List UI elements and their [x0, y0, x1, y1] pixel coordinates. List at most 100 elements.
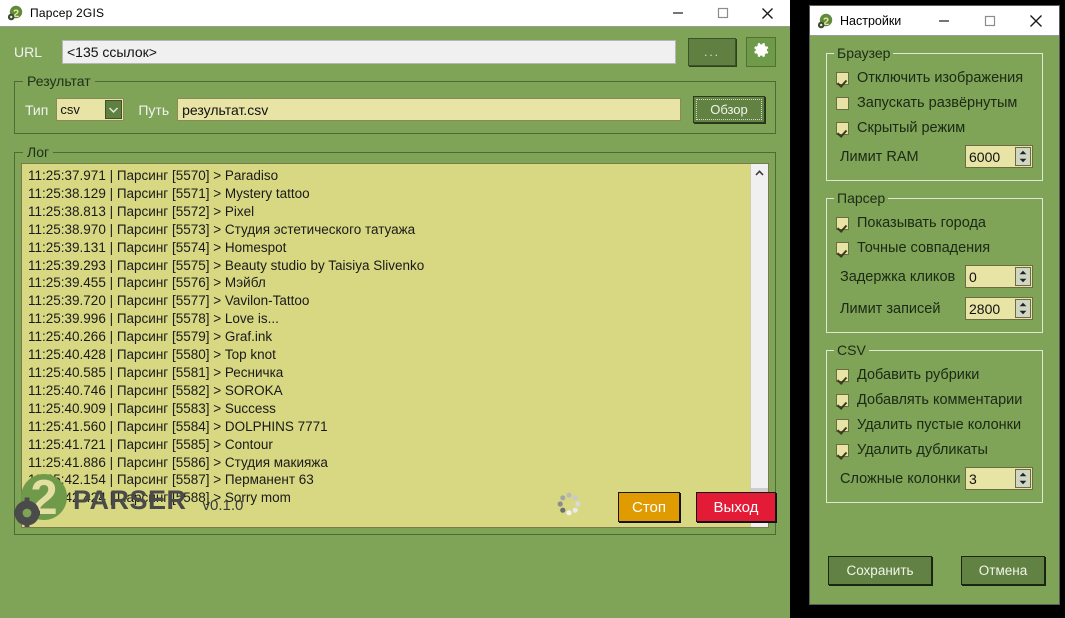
- settings-window-controls: [921, 6, 1059, 36]
- minimize-icon[interactable]: [655, 0, 700, 27]
- parser-spinner-label: Задержка кликов: [840, 268, 956, 285]
- maximize-icon[interactable]: [967, 6, 1013, 36]
- main-body: URL ... Результат Тип: [0, 37, 790, 535]
- spinner-up-icon: [1019, 270, 1027, 274]
- maximize-icon[interactable]: [700, 0, 745, 27]
- settings-button[interactable]: [746, 37, 776, 67]
- log-line: 11:25:40.746 | Парсинг [5582] > SOROKA: [28, 382, 283, 398]
- log-line: 11:25:37.971 | Парсинг [5570] > Paradiso: [28, 168, 279, 183]
- settings-window: 2 Настройки Браузер Отключить изображени…: [810, 6, 1059, 604]
- log-line: 11:25:39.996 | Парсинг [5578] > Love is.…: [28, 311, 279, 327]
- spinner-up-icon: [1019, 302, 1027, 306]
- parser-spinner-row: Задержка кликов 0: [836, 265, 1033, 288]
- result-group-title: Результат: [23, 73, 95, 89]
- checkbox-checked-icon[interactable]: [836, 393, 849, 407]
- logo-wordmark: PARSER: [73, 484, 187, 515]
- browser-spinner[interactable]: 6000: [965, 145, 1033, 168]
- parser-checkbox-label: Показывать города: [857, 215, 986, 231]
- path-input[interactable]: [177, 98, 681, 121]
- app-2parser-icon: 2: [7, 5, 23, 21]
- main-window: 2 Парсер 2GIS URL <135 ссылок> ... Резул…: [0, 0, 790, 618]
- minimize-icon[interactable]: [921, 6, 967, 36]
- checkbox-checked-icon[interactable]: [836, 241, 849, 255]
- log-group-title: Лог: [23, 144, 54, 160]
- parser-group-title: Парсер: [834, 190, 889, 206]
- csv-checkbox-row[interactable]: Добавить рубрики: [836, 367, 1033, 383]
- main-window-title: Парсер 2GIS: [30, 6, 105, 20]
- browser-checkbox-row[interactable]: Запускать развёрнутым: [836, 95, 1033, 111]
- csv-checkbox-label: Удалить пустые колонки: [857, 417, 1022, 433]
- log-line: 11:25:40.428 | Парсинг [5580] > Top knot: [28, 347, 276, 363]
- csv-checkbox-row[interactable]: Удалить пустые колонки: [836, 417, 1033, 433]
- spinner-up-icon: [1019, 472, 1027, 476]
- url-row: URL ...: [14, 37, 776, 67]
- checkbox-checked-icon[interactable]: [836, 71, 849, 85]
- csv-spinner-list: Сложные колонки 3: [836, 467, 1033, 490]
- csv-checkbox-label: Удалить дубликаты: [857, 442, 988, 458]
- cancel-button[interactable]: Отмена: [961, 556, 1045, 585]
- parser-checkbox-list: Показывать города Точные совпадения: [836, 215, 1033, 256]
- close-icon[interactable]: [1013, 6, 1059, 36]
- spinner-down-icon: [1019, 159, 1027, 163]
- logo-2parser-icon: 2: [13, 471, 72, 529]
- browser-checkbox-row[interactable]: Скрытый режим: [836, 120, 1033, 136]
- browser-checkbox-label: Отключить изображения: [857, 70, 1024, 86]
- log-line: 11:25:39.131 | Парсинг [5574] > Homespot: [28, 239, 287, 255]
- exit-button[interactable]: Выход: [696, 492, 776, 522]
- csv-spinner-row: Сложные колонки 3: [836, 467, 1033, 490]
- parser-spinner[interactable]: 0: [965, 265, 1033, 288]
- log-line: 11:25:40.585 | Парсинг [5581] > Ресничка: [28, 364, 284, 380]
- chevron-down-icon[interactable]: [105, 100, 123, 119]
- parser-checkbox-row[interactable]: Показывать города: [836, 215, 1033, 231]
- browser-group-title: Браузер: [834, 45, 894, 61]
- scroll-up-icon[interactable]: [751, 164, 768, 181]
- csv-group-title: CSV: [834, 342, 869, 358]
- url-input[interactable]: [62, 40, 676, 64]
- settings-titlebar[interactable]: 2 Настройки: [810, 6, 1059, 36]
- result-row: Тип csv Путь Обзор: [25, 96, 765, 123]
- browser-checkbox-row[interactable]: Отключить изображения: [836, 70, 1033, 86]
- csv-checkbox-label: Добавить рубрики: [857, 367, 980, 383]
- log-line: 11:25:40.266 | Парсинг [5579] > Graf.ink: [28, 329, 273, 345]
- csv-checkbox-label: Добавлять комментарии: [857, 392, 1023, 408]
- browser-spinner-list: Лимит RAM 6000: [836, 145, 1033, 168]
- browse-button[interactable]: Обзор: [693, 96, 765, 123]
- close-icon[interactable]: [745, 0, 790, 27]
- url-browse-button[interactable]: ...: [688, 38, 736, 66]
- main-window-controls: [655, 0, 790, 27]
- save-button[interactable]: Сохранить: [828, 556, 932, 585]
- log-line: 11:25:41.560 | Парсинг [5584] > DOLPHINS…: [28, 418, 328, 434]
- spinner-stepper[interactable]: [1015, 147, 1031, 166]
- spinner-stepper[interactable]: [1015, 267, 1031, 286]
- loading-spinner-icon: [556, 491, 582, 517]
- browse-button-label: Обзор: [710, 102, 748, 117]
- checkbox-checked-icon[interactable]: [836, 418, 849, 432]
- csv-spinner[interactable]: 3: [965, 467, 1033, 490]
- spinner-stepper[interactable]: [1015, 299, 1031, 318]
- main-titlebar[interactable]: 2 Парсер 2GIS: [0, 0, 790, 27]
- type-select[interactable]: csv: [56, 98, 125, 121]
- checkbox-unchecked-icon[interactable]: [836, 96, 849, 110]
- checkbox-checked-icon[interactable]: [836, 216, 849, 230]
- stop-button[interactable]: Стоп: [618, 492, 680, 522]
- checkbox-checked-icon[interactable]: [836, 121, 849, 135]
- spinner-down-icon: [1019, 279, 1027, 283]
- settings-window-title: Настройки: [840, 13, 902, 28]
- log-line: 11:25:39.455 | Парсинг [5576] > Мэйбл: [28, 275, 266, 291]
- browser-checkbox-label: Скрытый режим: [857, 120, 966, 136]
- parser-settings-group: Парсер Показывать города Точные совпадени…: [826, 190, 1043, 333]
- browser-spinner-row: Лимит RAM 6000: [836, 145, 1033, 168]
- checkbox-checked-icon[interactable]: [836, 368, 849, 382]
- spinner-down-icon: [1019, 481, 1027, 485]
- spinner-stepper[interactable]: [1015, 469, 1031, 488]
- parser-spinner-list: Задержка кликов 0 Лимит записей 2800: [836, 265, 1033, 320]
- url-label: URL: [14, 44, 43, 60]
- checkbox-checked-icon[interactable]: [836, 443, 849, 457]
- csv-checkbox-row[interactable]: Добавлять комментарии: [836, 392, 1033, 408]
- parser-spinner-label: Лимит записей: [840, 300, 941, 317]
- csv-spinner-label: Сложные колонки: [840, 470, 961, 487]
- app-version: v0.1.0: [202, 496, 244, 514]
- parser-spinner[interactable]: 2800: [965, 297, 1033, 320]
- csv-checkbox-row[interactable]: Удалить дубликаты: [836, 442, 1033, 458]
- parser-checkbox-row[interactable]: Точные совпадения: [836, 240, 1033, 256]
